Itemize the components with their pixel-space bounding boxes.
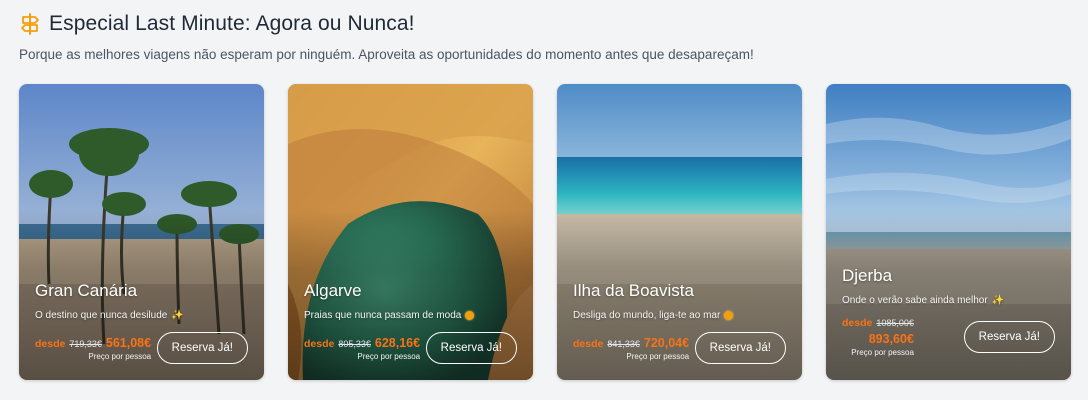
old-price: 841,33€ [607, 338, 640, 349]
sparkles-icon: ✨ [171, 310, 184, 321]
new-price: 561,08€ [105, 335, 152, 350]
destination-card-algarve[interactable]: Algarve Praias que nunca passam de moda … [288, 84, 533, 380]
sun-icon [465, 311, 475, 320]
old-price: 805,33€ [338, 338, 371, 349]
destination-card-gran-canaria[interactable]: Gran Canária O destino que nunca desilud… [19, 84, 264, 380]
old-price: 1085,00€ [876, 318, 914, 328]
card-text: Ilha da Boavista Desliga do mundo, liga-… [573, 281, 786, 380]
card-title: Gran Canária [35, 281, 138, 300]
per-person-label: Preço por pessoa [357, 351, 421, 361]
price-row: desde 841,33€ 720,04€ Preço por pessoa R… [573, 332, 786, 364]
destination-cards: Gran Canária O destino que nunca desilud… [19, 84, 1071, 380]
destination-card-djerba[interactable]: Djerba Onde o verão sabe ainda melhor ✨ … [826, 84, 1071, 380]
per-person-label: Preço por pessoa [88, 351, 152, 361]
new-price: 628,16€ [374, 335, 421, 350]
card-title: Algarve [304, 281, 362, 300]
book-now-button[interactable]: Reserva Já! [694, 332, 786, 364]
card-description: Onde o verão sabe ainda melhor ✨ [842, 295, 1005, 306]
card-description: Praias que nunca passam de moda [304, 310, 517, 321]
card-text: Gran Canária O destino que nunca desilud… [35, 281, 248, 380]
price-block: desde 841,33€ 720,04€ Preço por pessoa [573, 336, 689, 361]
card-title: Djerba [842, 266, 893, 285]
section-subtitle: Porque as melhores viagens não esperam p… [19, 47, 754, 62]
section-title: Especial Last Minute: Agora ou Nunca! [49, 12, 415, 35]
old-price: 719,33€ [69, 338, 102, 349]
sparkles-icon: ✨ [991, 295, 1005, 306]
price-row: desde 805,33€ 628,16€ Preço por pessoa R… [304, 332, 517, 364]
price-block: desde 1085,00€ 893,60€ Preço por pessoa [842, 317, 914, 357]
book-now-button[interactable]: Reserva Já! [156, 332, 248, 364]
signpost-icon [19, 12, 41, 36]
sun-icon [724, 311, 734, 320]
price-block: desde 805,33€ 628,16€ Preço por pessoa [304, 336, 420, 361]
book-now-button[interactable]: Reserva Já! [963, 321, 1055, 353]
section-header: Especial Last Minute: Agora ou Nunca! [19, 11, 1069, 37]
price-block: desde 719,33€ 561,08€ Preço por pessoa [35, 336, 151, 361]
card-description: Desliga do mundo, liga-te ao mar [573, 310, 786, 321]
price-row: desde 1085,00€ 893,60€ Preço por pessoa … [842, 317, 1055, 357]
per-person-label: Preço por pessoa [851, 348, 914, 357]
price-from-label: desde [573, 337, 604, 350]
new-price: 893,60€ [868, 332, 914, 346]
card-text: Algarve Praias que nunca passam de moda [304, 281, 517, 380]
price-from-label: desde [35, 337, 66, 350]
price-from-label: desde [304, 337, 335, 350]
price-row: desde 719,33€ 561,08€ Preço por pessoa R… [35, 332, 248, 364]
per-person-label: Preço por pessoa [626, 351, 690, 361]
destination-card-boavista[interactable]: Ilha da Boavista Desliga do mundo, liga-… [557, 84, 802, 380]
book-now-button[interactable]: Reserva Já! [425, 332, 517, 364]
price-from-label: desde [842, 317, 873, 329]
card-description: O destino que nunca desilude ✨ [35, 310, 184, 321]
new-price: 720,04€ [643, 335, 690, 350]
last-minute-section: Especial Last Minute: Agora ou Nunca! Po… [0, 0, 1088, 400]
card-title: Ilha da Boavista [573, 281, 694, 300]
